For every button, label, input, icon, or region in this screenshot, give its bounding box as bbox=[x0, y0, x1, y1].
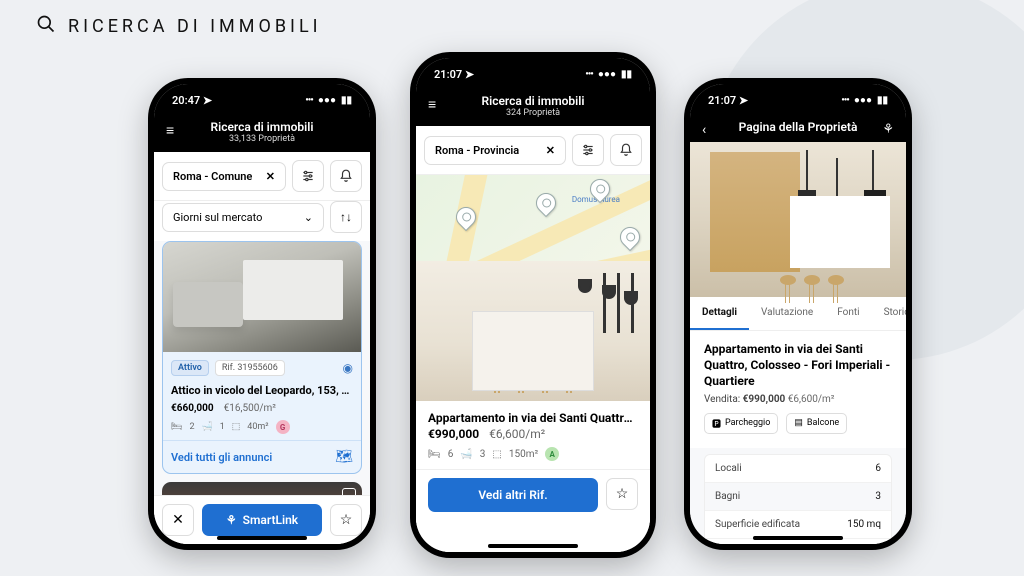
parking-icon: 🅿 bbox=[712, 417, 721, 430]
feature-parking: 🅿Parcheggio bbox=[704, 413, 778, 434]
search-input[interactable]: Roma - Comune ✕ bbox=[162, 162, 286, 191]
spec-row-bagni: Bagni 3 bbox=[705, 483, 891, 511]
page-title: RICERCA DI IMMOBILI bbox=[36, 14, 322, 39]
listing-card[interactable]: Attivo Rif. 31955606 ◉ Attico in vicolo … bbox=[162, 241, 362, 474]
balcony-icon: ▤ bbox=[794, 418, 803, 428]
page-title-text: RICERCA DI IMMOBILI bbox=[68, 16, 322, 37]
listing-title: Attico in vicolo del Leopardo, 153, Tras… bbox=[163, 380, 361, 401]
sort-button[interactable]: ↑↓ bbox=[330, 201, 362, 233]
property-title: Appartamento in via dei Santi Quattro, C… bbox=[704, 341, 892, 390]
header-title: Pagina della Proprietà bbox=[702, 120, 894, 134]
alerts-button[interactable] bbox=[330, 160, 362, 192]
area-icon: ⬚ bbox=[232, 422, 241, 432]
smartlink-button[interactable]: ⚘ SmartLink bbox=[202, 504, 322, 536]
map-listing-card[interactable]: Appartamento in via dei Santi Quattro, C… bbox=[416, 261, 650, 469]
phone-list-view: 20:47 ➤ •••●●●▮▮ ≡ Ricerca di immobili 3… bbox=[148, 78, 376, 550]
status-badge: Attivo bbox=[171, 360, 209, 376]
map-pin[interactable] bbox=[616, 223, 644, 251]
back-icon[interactable]: ‹ bbox=[702, 122, 706, 138]
app-header: ≡ Ricerca di immobili 33,133 Proprietà bbox=[154, 116, 370, 152]
filters-button[interactable] bbox=[292, 160, 324, 192]
header-subtitle: 324 Proprietà bbox=[428, 108, 638, 118]
tab-dettagli[interactable]: Dettagli bbox=[690, 297, 749, 330]
app-header: ‹ Pagina della Proprietà ⚘ bbox=[690, 116, 906, 142]
close-button[interactable]: ✕ bbox=[162, 504, 194, 536]
energy-badge: A bbox=[545, 447, 559, 461]
map[interactable]: Domus Aurea Via Ostilia bbox=[416, 175, 650, 261]
baths-icon: 🛁 bbox=[202, 422, 213, 432]
search-icon bbox=[36, 14, 56, 39]
phone-detail-view: 21:07 ➤ •••●●●▮▮ ‹ Pagina della Propriet… bbox=[684, 78, 912, 550]
map-pin[interactable] bbox=[532, 189, 560, 217]
chevron-down-icon: ⌄ bbox=[304, 211, 313, 224]
app-header: ≡ Ricerca di immobili 324 Proprietà bbox=[416, 90, 650, 126]
feature-balcony: ▤Balcone bbox=[786, 413, 847, 434]
spec-table: Locali 6 Bagni 3 Superficie edificata 15… bbox=[704, 454, 892, 544]
beds-icon: 🛏 bbox=[428, 449, 441, 460]
listing-photo bbox=[416, 261, 650, 401]
area-icon: ⬚ bbox=[492, 449, 501, 460]
clear-icon[interactable]: ✕ bbox=[266, 170, 275, 183]
listing-price: €990,000 bbox=[428, 427, 479, 441]
energy-badge: G bbox=[276, 420, 290, 434]
listing-price: €660,000 bbox=[171, 403, 214, 414]
sale-price: Vendita: €990,000 €6,600/m² bbox=[704, 390, 892, 405]
share-icon[interactable]: ⚘ bbox=[882, 122, 894, 137]
spec-row-locali: Locali 6 bbox=[705, 455, 891, 483]
alerts-button[interactable] bbox=[610, 134, 642, 166]
map-icon[interactable]: 🗺 bbox=[335, 449, 353, 465]
listing-meta: 🛏2 🛁1 ⬚40m² G bbox=[163, 416, 361, 440]
listing-meta: 🛏6 🛁3 ⬚150m² A bbox=[416, 445, 650, 469]
header-subtitle: 33,133 Proprietà bbox=[166, 134, 358, 144]
beds-icon: 🛏 bbox=[171, 422, 182, 432]
favorite-button[interactable]: ☆ bbox=[606, 478, 638, 510]
phone-map-view: 21:07 ➤ •••●●●▮▮ ≡ Ricerca di immobili 3… bbox=[410, 52, 656, 558]
baths-icon: 🛁 bbox=[460, 449, 472, 460]
view-icon[interactable]: ◉ bbox=[343, 361, 353, 375]
spec-row-superficie: Superficie edificata 150 mq bbox=[705, 511, 891, 539]
share-icon: ⚘ bbox=[226, 513, 237, 527]
filter-days-on-market[interactable]: Giorni sul mercato ⌄ bbox=[162, 203, 324, 232]
listing-photo bbox=[163, 242, 361, 352]
header-title: Ricerca di immobili bbox=[428, 94, 638, 108]
property-tabs: Dettagli Valutazione Fonti Storico bbox=[690, 297, 906, 331]
ref-badge: Rif. 31955606 bbox=[215, 360, 285, 376]
see-more-refs-button[interactable]: Vedi altri Rif. bbox=[428, 478, 598, 512]
listing-unit-price: €6,600/m² bbox=[489, 427, 545, 441]
property-hero-photo bbox=[690, 142, 906, 297]
header-title: Ricerca di immobili bbox=[166, 120, 358, 134]
tab-storico[interactable]: Storico bbox=[872, 297, 906, 330]
tab-valutazione[interactable]: Valutazione bbox=[749, 297, 825, 330]
clear-icon[interactable]: ✕ bbox=[546, 144, 555, 157]
favorite-button[interactable]: ☆ bbox=[330, 504, 362, 536]
view-all-listings-link[interactable]: Vedi tutti gli annunci bbox=[171, 451, 272, 464]
search-input[interactable]: Roma - Provincia ✕ bbox=[424, 136, 566, 165]
listing-title: Appartamento in via dei Santi Quattro, C… bbox=[416, 401, 650, 427]
listing-unit-price: €16,500/m² bbox=[224, 403, 276, 414]
filters-button[interactable] bbox=[572, 134, 604, 166]
